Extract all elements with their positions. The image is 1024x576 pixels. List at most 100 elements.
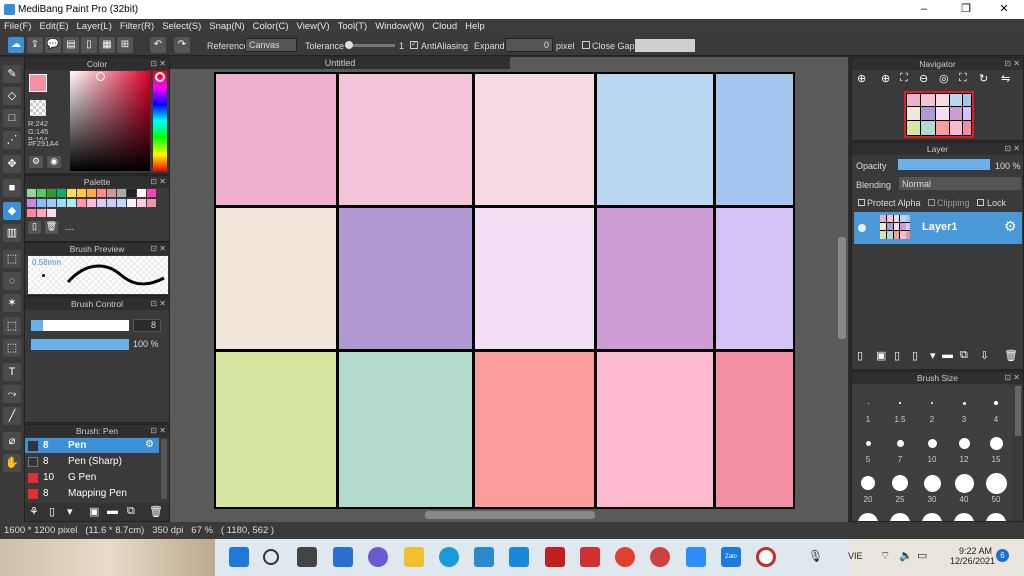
reference-select[interactable]: Canvas bbox=[245, 38, 297, 52]
brush-size-dot[interactable] bbox=[954, 513, 974, 521]
menu-filter[interactable]: Filter(R) bbox=[116, 19, 158, 32]
new-1bit-layer-icon[interactable]: ▯ bbox=[912, 349, 918, 362]
fit-icon[interactable]: ⛶ bbox=[900, 72, 908, 85]
brush-size-dot[interactable] bbox=[962, 401, 966, 405]
new-brush-icon[interactable]: ▯ bbox=[49, 505, 55, 518]
brush-size-dot[interactable] bbox=[986, 513, 1006, 521]
wifi-icon[interactable]: ⌔ bbox=[880, 549, 890, 563]
delete-layer-icon[interactable]: 🗑 bbox=[1004, 349, 1018, 362]
notification-badge[interactable]: 6 bbox=[996, 549, 1009, 562]
brush-tool-icon[interactable]: ✎ bbox=[3, 65, 21, 83]
shape-tool-icon[interactable]: □ bbox=[3, 109, 21, 127]
brush-size-dot[interactable] bbox=[954, 473, 974, 493]
palette-swatch[interactable] bbox=[37, 199, 46, 207]
lasso-tool-icon[interactable]: ◌ bbox=[3, 272, 21, 290]
clipping-checkbox[interactable] bbox=[928, 199, 935, 206]
hand-tool-icon[interactable]: ✋ bbox=[3, 454, 21, 472]
grid-icon[interactable]: ⊞ bbox=[117, 37, 133, 53]
palette-swatch[interactable] bbox=[47, 189, 56, 197]
brush-size-dot[interactable] bbox=[989, 436, 1003, 450]
zoom-in-alt-icon[interactable]: ⊕ bbox=[881, 72, 890, 85]
close-button[interactable]: ✕ bbox=[984, 0, 1024, 19]
palette-swatch[interactable] bbox=[97, 199, 106, 207]
layer-folder-icon[interactable]: ▬ bbox=[942, 349, 953, 361]
flip-icon[interactable]: ⇋ bbox=[1001, 72, 1010, 85]
foreground-color-swatch[interactable] bbox=[29, 74, 47, 92]
palette-swatch[interactable] bbox=[147, 199, 156, 207]
panel-icon[interactable]: ▦ bbox=[99, 37, 115, 53]
new-palette-icon[interactable]: ▯ bbox=[28, 221, 41, 234]
actual-size-icon[interactable]: ◎ bbox=[939, 72, 949, 85]
edge-icon[interactable] bbox=[439, 547, 459, 567]
text-tool-icon[interactable]: T bbox=[3, 363, 21, 381]
widgets-icon[interactable] bbox=[333, 547, 353, 567]
palette-swatch[interactable] bbox=[37, 189, 46, 197]
maximize-button[interactable]: ❐ bbox=[946, 0, 986, 19]
dot-tool-icon[interactable]: ⋰ bbox=[3, 131, 21, 149]
visibility-icon[interactable] bbox=[858, 224, 866, 232]
protect-alpha-checkbox[interactable] bbox=[858, 199, 865, 206]
palette-swatch[interactable] bbox=[37, 209, 46, 217]
office-icon[interactable] bbox=[545, 547, 565, 567]
zoom-in-icon[interactable]: ⊕ bbox=[857, 72, 866, 85]
palette-swatch[interactable] bbox=[127, 199, 136, 207]
redo-icon[interactable]: ↷ bbox=[174, 37, 190, 53]
delete-palette-icon[interactable]: 🗑 bbox=[45, 221, 58, 234]
brush-size-dot[interactable] bbox=[896, 439, 904, 447]
move-tool-icon[interactable]: ✥ bbox=[3, 155, 21, 173]
blending-select[interactable]: Normal bbox=[899, 177, 1021, 190]
chat-icon[interactable] bbox=[368, 547, 388, 567]
brush-size-grid[interactable]: 1 1.5 2 3 4 5 7 10 12 15 20 25 30 40 50 bbox=[852, 385, 1012, 521]
document-tab[interactable]: Untitled bbox=[170, 57, 510, 69]
brush-opacity-slider[interactable] bbox=[31, 339, 129, 350]
brush-size-dot[interactable] bbox=[994, 401, 998, 405]
undo-icon[interactable]: ↶ bbox=[150, 37, 166, 53]
brush-size-dot[interactable] bbox=[890, 513, 910, 521]
new-halftone-layer-icon[interactable]: ▣ bbox=[876, 349, 886, 362]
palette-swatch[interactable] bbox=[87, 199, 96, 207]
navigator-thumbnail[interactable] bbox=[904, 91, 974, 138]
brush-size-dot[interactable] bbox=[931, 402, 933, 404]
palette-swatch[interactable] bbox=[77, 189, 86, 197]
file-explorer-icon[interactable] bbox=[404, 547, 424, 567]
bucket-tool-icon[interactable]: ◆ bbox=[3, 202, 21, 220]
palette-swatch[interactable] bbox=[47, 199, 56, 207]
divide-tool-icon[interactable]: ╱ bbox=[3, 407, 21, 425]
operation-tool-icon[interactable]: ⤳ bbox=[3, 385, 21, 403]
palette-swatch[interactable] bbox=[147, 189, 156, 197]
palette-swatch[interactable] bbox=[107, 199, 116, 207]
cloud-icon[interactable]: ☁ bbox=[8, 37, 24, 53]
comment-icon[interactable]: 💬 bbox=[45, 37, 61, 53]
brush-size-dot[interactable] bbox=[865, 440, 871, 446]
menu-file[interactable]: File(F) bbox=[0, 19, 35, 32]
menu-select[interactable]: Select(S) bbox=[158, 19, 205, 32]
brush-list-scrollbar[interactable] bbox=[161, 439, 167, 499]
brush-item-mapping-pen[interactable]: 8 Mapping Pen bbox=[25, 486, 159, 501]
rotate-icon[interactable]: ↻ bbox=[979, 72, 988, 85]
fill-shape-icon[interactable]: ■ bbox=[3, 179, 21, 197]
eraser-tool-icon[interactable]: ◇ bbox=[3, 87, 21, 105]
search-icon[interactable] bbox=[263, 549, 279, 565]
layer-menu-icon[interactable]: ▾ bbox=[930, 349, 936, 362]
zoom-app-icon[interactable] bbox=[686, 547, 706, 567]
brush-size-scrollbar[interactable] bbox=[1015, 386, 1021, 436]
palette-swatch[interactable] bbox=[77, 199, 86, 207]
tolerance-slider[interactable] bbox=[345, 41, 395, 49]
new-8bit-layer-icon[interactable]: ▯ bbox=[894, 349, 900, 362]
expand-input[interactable]: 0 bbox=[505, 38, 553, 52]
palette-swatch[interactable] bbox=[137, 199, 146, 207]
palette-swatch[interactable] bbox=[57, 199, 66, 207]
battery-icon[interactable]: ▭ bbox=[917, 549, 927, 562]
brush-size-value[interactable]: 8 bbox=[133, 319, 161, 332]
menu-layer[interactable]: Layer(L) bbox=[73, 19, 116, 32]
transparent-swatch[interactable] bbox=[30, 100, 46, 116]
brush-item-pen-sharp[interactable]: 8 Pen (Sharp) bbox=[25, 454, 159, 469]
eyedropper-icon[interactable]: ⌀ bbox=[3, 432, 21, 450]
chrome-alt-icon[interactable] bbox=[650, 547, 670, 567]
vertical-scrollbar[interactable] bbox=[838, 237, 846, 339]
antialiasing-checkbox[interactable]: ✓ bbox=[410, 41, 418, 49]
menu-tool[interactable]: Tool(T) bbox=[334, 19, 372, 32]
saturation-value-picker[interactable] bbox=[70, 71, 150, 171]
color-wheel-icon[interactable]: ⚙ bbox=[29, 156, 43, 168]
select-tool-icon[interactable]: ⬚ bbox=[3, 250, 21, 268]
